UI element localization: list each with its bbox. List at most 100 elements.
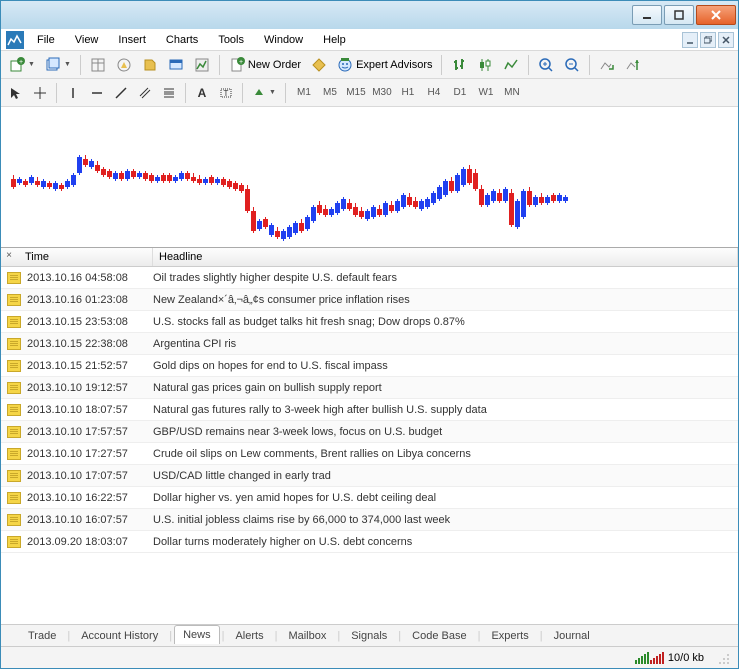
profiles-button[interactable]: ▼ — [41, 54, 75, 76]
news-row[interactable]: 2013.10.10 18:07:57Natural gas futures r… — [1, 399, 738, 421]
news-headline: Oil trades slightly higher despite U.S. … — [153, 272, 738, 284]
news-time: 2013.10.10 17:27:57 — [27, 448, 153, 460]
horizontal-line-button[interactable] — [86, 82, 108, 104]
close-button[interactable] — [696, 5, 736, 25]
timeframe-m5[interactable]: M5 — [317, 83, 343, 103]
news-headline: Dollar higher vs. yen amid hopes for U.S… — [153, 492, 738, 504]
text-label-button[interactable]: T — [215, 82, 237, 104]
mdi-restore-button[interactable] — [700, 32, 716, 48]
news-icon — [7, 492, 21, 504]
tab-journal[interactable]: Journal — [545, 626, 599, 645]
auto-scroll-button[interactable] — [595, 54, 619, 76]
timeframe-d1[interactable]: D1 — [447, 83, 473, 103]
timeframe-h4[interactable]: H4 — [421, 83, 447, 103]
titlebar — [1, 1, 738, 29]
mdi-close-button[interactable] — [718, 32, 734, 48]
terminal-button[interactable] — [164, 54, 188, 76]
text-button[interactable]: A — [191, 82, 213, 104]
status-bar: 10/0 kb — [1, 646, 738, 668]
news-headline: Dollar turns moderately higher on U.S. d… — [153, 536, 738, 548]
news-row[interactable]: 2013.10.10 16:07:57U.S. initial jobless … — [1, 509, 738, 531]
mdi-minimize-button[interactable] — [682, 32, 698, 48]
col-headline[interactable]: Headline — [153, 248, 738, 266]
news-time: 2013.10.10 17:57:57 — [27, 426, 153, 438]
tab-mailbox[interactable]: Mailbox — [279, 626, 335, 645]
navigator-button[interactable] — [112, 54, 136, 76]
tab-account-history[interactable]: Account History — [72, 626, 167, 645]
news-time: 2013.10.15 23:53:08 — [27, 316, 153, 328]
tab-trade[interactable]: Trade — [19, 626, 65, 645]
news-row[interactable]: 2013.10.10 17:27:57Crude oil slips on Le… — [1, 443, 738, 465]
trendline-button[interactable] — [110, 82, 132, 104]
news-headline: Argentina CPI ris — [153, 338, 738, 350]
news-time: 2013.10.15 22:38:08 — [27, 338, 153, 350]
news-row[interactable]: 2013.10.16 04:58:08Oil trades slightly h… — [1, 267, 738, 289]
new-chart-button[interactable]: +▼ — [5, 54, 39, 76]
zoom-in-button[interactable] — [534, 54, 558, 76]
news-row[interactable]: 2013.10.15 22:38:08Argentina CPI ris — [1, 333, 738, 355]
terminal-close-button[interactable]: × — [3, 250, 15, 262]
timeframe-m15[interactable]: M15 — [343, 83, 369, 103]
menu-tools[interactable]: Tools — [210, 32, 252, 48]
news-list[interactable]: 2013.10.16 04:58:08Oil trades slightly h… — [1, 267, 738, 624]
news-time: 2013.09.20 18:03:07 — [27, 536, 153, 548]
news-time: 2013.10.10 17:07:57 — [27, 470, 153, 482]
news-row[interactable]: 2013.10.10 17:57:57GBP/USD remains near … — [1, 421, 738, 443]
maximize-button[interactable] — [664, 5, 694, 25]
tab-alerts[interactable]: Alerts — [226, 626, 272, 645]
tab-experts[interactable]: Experts — [482, 626, 537, 645]
timeframe-m30[interactable]: M30 — [369, 83, 395, 103]
menubar: File View Insert Charts Tools Window Hel… — [1, 29, 738, 51]
connection-status[interactable]: 10/0 kb — [635, 652, 704, 664]
news-row[interactable]: 2013.10.15 23:53:08U.S. stocks fall as b… — [1, 311, 738, 333]
tab-code-base[interactable]: Code Base — [403, 626, 475, 645]
toolbar-drawing: A T ▼ M1M5M15M30H1H4D1W1MN — [1, 79, 738, 107]
svg-text:T: T — [224, 89, 229, 98]
menu-view[interactable]: View — [67, 32, 107, 48]
menu-file[interactable]: File — [29, 32, 63, 48]
svg-text:+: + — [239, 59, 243, 66]
col-time[interactable]: Time — [1, 248, 153, 266]
minimize-button[interactable] — [632, 5, 662, 25]
menu-insert[interactable]: Insert — [110, 32, 154, 48]
zoom-out-button[interactable] — [560, 54, 584, 76]
timeframe-w1[interactable]: W1 — [473, 83, 499, 103]
resize-grip-icon[interactable] — [716, 651, 730, 665]
equidistant-channel-button[interactable] — [134, 82, 156, 104]
market-watch-button[interactable] — [86, 54, 110, 76]
news-row[interactable]: 2013.09.20 18:03:07Dollar turns moderate… — [1, 531, 738, 553]
bar-chart-button[interactable] — [447, 54, 471, 76]
svg-text:+: + — [19, 59, 23, 66]
expert-advisors-button[interactable]: Expert Advisors — [333, 54, 436, 76]
tab-news[interactable]: News — [174, 625, 220, 644]
timeframe-m1[interactable]: M1 — [291, 83, 317, 103]
news-row[interactable]: 2013.10.10 17:07:57USD/CAD little change… — [1, 465, 738, 487]
cursor-button[interactable] — [5, 82, 27, 104]
line-chart-button[interactable] — [499, 54, 523, 76]
menu-help[interactable]: Help — [315, 32, 354, 48]
news-row[interactable]: 2013.10.10 16:22:57Dollar higher vs. yen… — [1, 487, 738, 509]
crosshair-button[interactable] — [29, 82, 51, 104]
vertical-line-button[interactable] — [62, 82, 84, 104]
news-headline: Gold dips on hopes for end to U.S. fisca… — [153, 360, 738, 372]
tab-signals[interactable]: Signals — [342, 626, 396, 645]
news-row[interactable]: 2013.10.16 01:23:08New Zealand×´â‚¬â„¢s … — [1, 289, 738, 311]
strategy-tester-button[interactable] — [190, 54, 214, 76]
data-window-button[interactable] — [138, 54, 162, 76]
new-order-button[interactable]: +New Order — [225, 54, 305, 76]
news-icon — [7, 470, 21, 482]
chart-shift-button[interactable] — [621, 54, 645, 76]
timeframe-mn[interactable]: MN — [499, 83, 525, 103]
candlestick-button[interactable] — [473, 54, 497, 76]
news-headline: USD/CAD little changed in early trad — [153, 470, 738, 482]
menu-charts[interactable]: Charts — [158, 32, 206, 48]
news-row[interactable]: 2013.10.15 21:52:57Gold dips on hopes fo… — [1, 355, 738, 377]
timeframe-h1[interactable]: H1 — [395, 83, 421, 103]
fibonacci-button[interactable] — [158, 82, 180, 104]
metaquotes-button[interactable] — [307, 54, 331, 76]
menu-window[interactable]: Window — [256, 32, 311, 48]
chart-area[interactable] — [1, 107, 738, 247]
arrows-button[interactable]: ▼ — [248, 82, 280, 104]
news-row[interactable]: 2013.10.10 19:12:57Natural gas prices ga… — [1, 377, 738, 399]
connection-bars-icon — [635, 652, 664, 664]
